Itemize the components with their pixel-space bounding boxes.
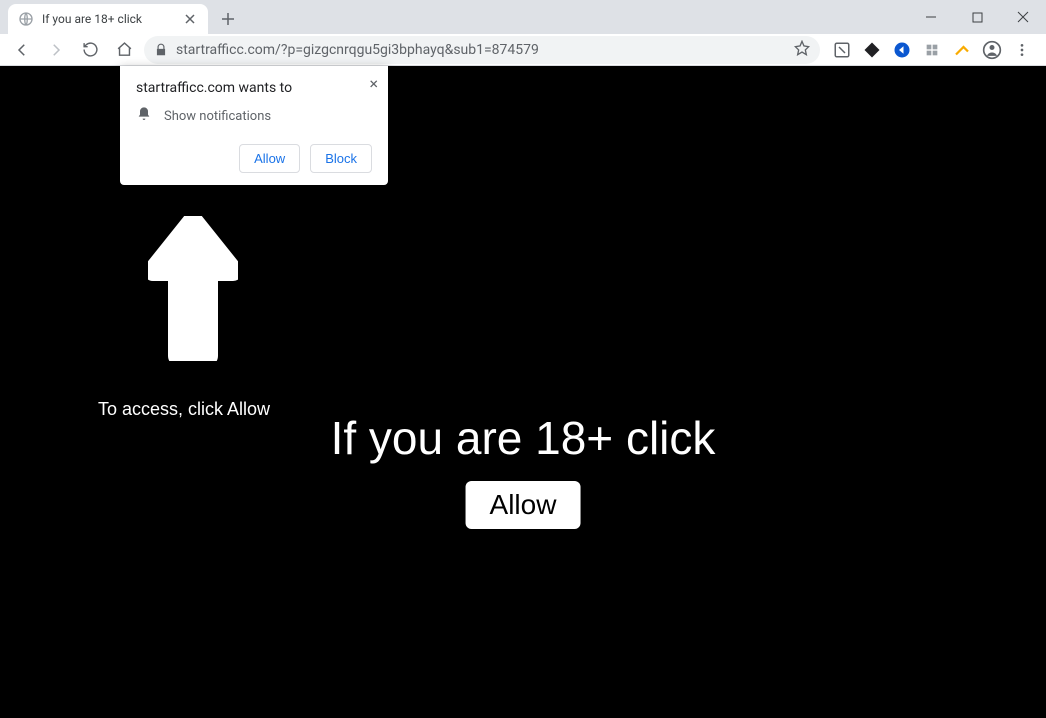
page-viewport: × startrafficc.com wants to Show notific… <box>0 66 1046 718</box>
browser-tab[interactable]: If you are 18+ click <box>8 4 208 34</box>
block-button[interactable]: Block <box>310 144 372 173</box>
menu-kebab-icon[interactable] <box>1012 40 1032 60</box>
address-bar[interactable]: startrafficc.com/?p=gizgcnrqgu5gi3bphayq… <box>144 36 820 64</box>
access-hint-text: To access, click Allow <box>98 399 270 420</box>
arrow-up-icon <box>148 216 238 365</box>
profile-avatar-icon[interactable] <box>982 40 1002 60</box>
home-button[interactable] <box>110 36 138 64</box>
bell-icon <box>136 106 152 126</box>
extension-icon-3[interactable] <box>892 40 912 60</box>
maximize-button[interactable] <box>954 0 1000 34</box>
window-controls <box>908 0 1046 34</box>
globe-icon <box>18 11 34 27</box>
extension-icon-5[interactable] <box>952 40 972 60</box>
extension-icon-2[interactable] <box>862 40 882 60</box>
notification-permission-prompt: × startrafficc.com wants to Show notific… <box>120 66 388 185</box>
bookmark-star-icon[interactable] <box>794 40 810 60</box>
extension-icons <box>826 40 1038 60</box>
new-tab-button[interactable] <box>214 5 242 33</box>
browser-toolbar: startrafficc.com/?p=gizgcnrqgu5gi3bphayq… <box>0 34 1046 66</box>
back-button[interactable] <box>8 36 36 64</box>
allow-button[interactable]: Allow <box>239 144 300 173</box>
page-heading: If you are 18+ click <box>331 411 716 465</box>
url-text: startrafficc.com/?p=gizgcnrqgu5gi3bphayq… <box>176 42 786 58</box>
tab-title: If you are 18+ click <box>42 12 174 26</box>
lock-icon <box>154 43 168 57</box>
page-allow-button[interactable]: Allow <box>466 481 581 529</box>
minimize-button[interactable] <box>908 0 954 34</box>
extension-icon-4[interactable] <box>922 40 942 60</box>
permission-row: Show notifications <box>136 106 372 126</box>
extension-icon-1[interactable] <box>832 40 852 60</box>
close-icon[interactable]: × <box>369 74 378 93</box>
close-window-button[interactable] <box>1000 0 1046 34</box>
forward-button[interactable] <box>42 36 70 64</box>
permission-origin-text: startrafficc.com wants to <box>136 80 372 96</box>
tab-strip: If you are 18+ click <box>0 0 242 34</box>
permission-label: Show notifications <box>164 109 271 124</box>
window-titlebar: If you are 18+ click <box>0 0 1046 34</box>
reload-button[interactable] <box>76 36 104 64</box>
tab-close-icon[interactable] <box>182 11 198 27</box>
